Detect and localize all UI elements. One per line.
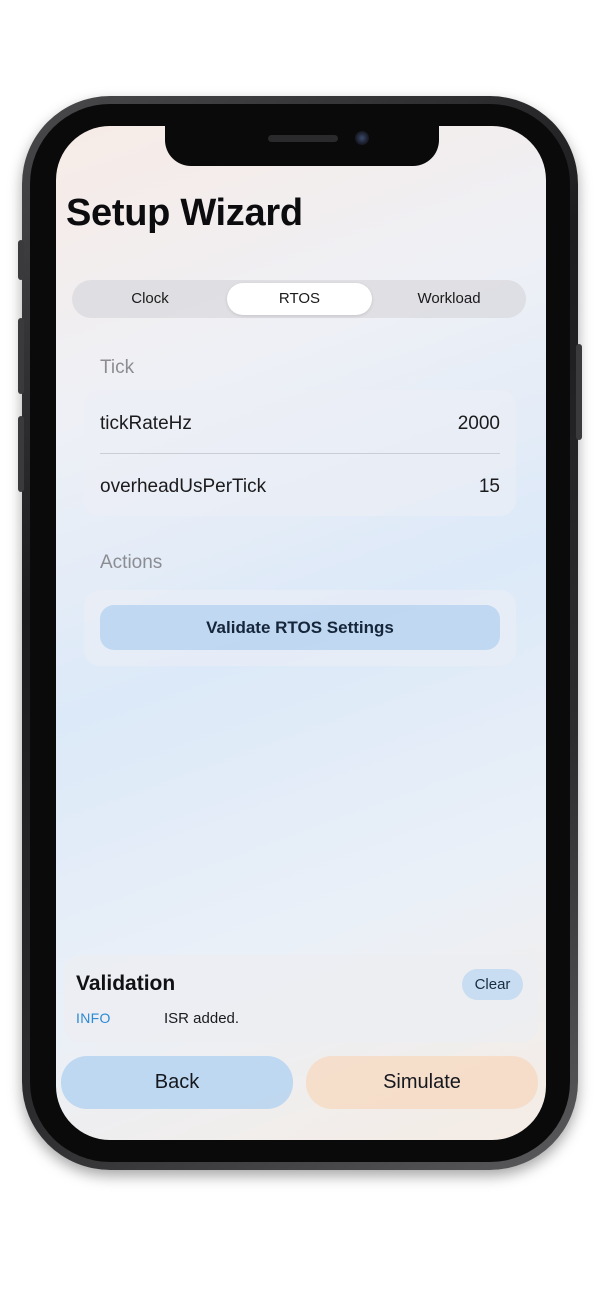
tab-workload[interactable]: Workload [375, 283, 523, 315]
section-label-actions: Actions [100, 552, 163, 573]
simulate-button[interactable]: Simulate [306, 1056, 538, 1109]
log-message: ISR added. [164, 1010, 240, 1027]
tab-clock[interactable]: Clock [76, 283, 224, 315]
tab-rtos[interactable]: RTOS [227, 283, 372, 315]
power-button [576, 344, 582, 440]
volume-down-button [18, 416, 24, 492]
front-camera [355, 131, 369, 145]
section-label-tick: Tick [100, 357, 135, 378]
log-level-badge: INFO [76, 1010, 111, 1026]
speaker-grille [268, 135, 338, 142]
notch [165, 126, 439, 166]
validate-rtos-button[interactable]: Validate RTOS Settings [100, 605, 500, 650]
clear-button[interactable]: Clear [462, 969, 523, 1000]
tick-rate-label: tickRateHz [100, 413, 192, 434]
overhead-label: overheadUsPerTick [100, 476, 267, 497]
volume-up-button [18, 318, 24, 394]
validation-title: Validation [76, 972, 176, 995]
tick-rate-value[interactable]: 2000 [458, 413, 500, 435]
wizard-step-tabs: Clock RTOS Workload [72, 280, 526, 318]
page-title: Setup Wizard [66, 192, 303, 234]
silent-switch [18, 240, 24, 280]
overhead-value[interactable]: 15 [479, 476, 500, 498]
validation-panel [64, 955, 538, 1042]
back-button[interactable]: Back [61, 1056, 293, 1109]
row-divider [100, 453, 500, 454]
